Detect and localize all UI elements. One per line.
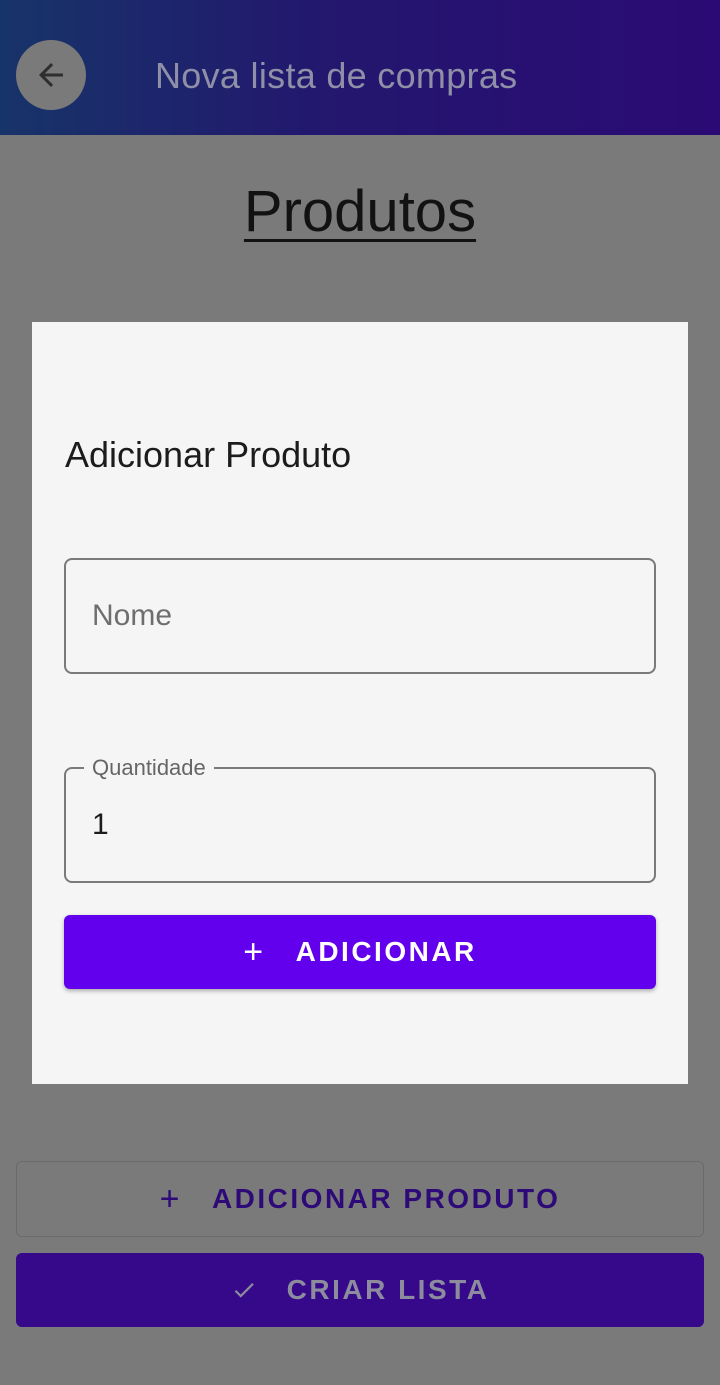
plus-icon: + [159,1180,182,1218]
app-bar: Nova lista de compras [0,0,720,135]
quantity-input[interactable] [92,769,632,881]
add-product-label: ADICIONAR PRODUTO [211,1183,561,1214]
name-field[interactable] [64,558,656,674]
plus-icon: + [243,933,266,971]
quantity-field[interactable]: Quantidade [64,755,656,883]
create-list-button[interactable]: CRIAR LISTA [16,1253,704,1327]
add-product-button[interactable]: + ADICIONAR PRODUTO [16,1161,704,1237]
add-button-label: ADICIONAR [295,936,477,967]
create-list-label: CRIAR LISTA [286,1274,490,1305]
check-icon [234,1283,254,1298]
name-input[interactable] [92,560,632,672]
app-title: Nova lista de compras [155,55,518,96]
add-product-dialog: Adicionar Produto Quantidade + ADICIONAR [32,322,688,1084]
page-title: Produtos [243,179,477,244]
dialog-title: Adicionar Produto [65,434,352,475]
add-button[interactable]: + ADICIONAR [64,915,656,989]
arrow-left-icon [39,63,63,87]
back-button[interactable] [16,40,86,110]
